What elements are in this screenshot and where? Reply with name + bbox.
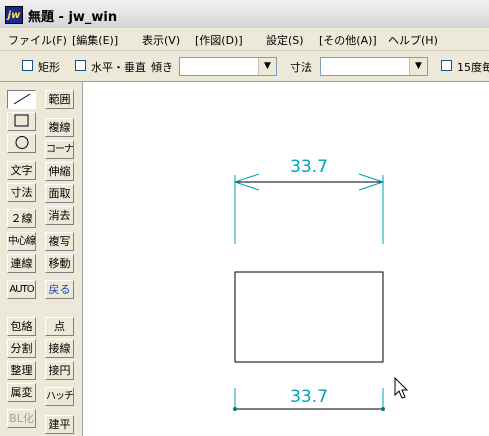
organize-tool[interactable]: 整理 — [7, 361, 36, 380]
hv-checkbox[interactable] — [75, 60, 86, 71]
divide-tool[interactable]: 分割 — [7, 339, 36, 358]
title-bar: jw 無題 - jw_win — [0, 0, 489, 29]
copy-tool[interactable]: 複写 — [45, 232, 74, 251]
move-tool[interactable]: 移動 — [45, 254, 74, 273]
hatch-tool[interactable]: ハッチ — [45, 387, 74, 406]
dimension-tool[interactable]: 寸法 — [7, 183, 36, 202]
envelope-tool[interactable]: 包絡 — [7, 317, 36, 336]
jw-win-window: jw 無題 - jw_win ファイル(F) [編集(E)] 表示(V) [作図… — [0, 0, 489, 436]
tilt-label: 傾き — [151, 61, 173, 74]
dim-label: 寸法 — [290, 61, 312, 74]
range-tool[interactable]: 範囲 — [45, 90, 74, 109]
menu-edit[interactable]: [編集(E)] — [72, 32, 118, 48]
line-tool[interactable] — [7, 90, 36, 109]
building-plan-tool[interactable]: 建平 — [45, 415, 74, 434]
rect-checkbox[interactable] — [22, 60, 33, 71]
connect-line-tool[interactable]: 連線 — [7, 254, 36, 273]
drawing-canvas[interactable]: 33.7 33.7 — [83, 82, 489, 436]
menu-help[interactable]: ヘルプ(H) — [388, 32, 438, 48]
hv-label: 水平・垂直 — [91, 61, 146, 74]
chevron-down-icon[interactable]: ▼ — [409, 58, 427, 75]
circle-tool[interactable] — [7, 134, 36, 153]
rect-label: 矩形 — [38, 61, 60, 74]
menu-view[interactable]: 表示(V) — [142, 32, 180, 48]
menu-settings[interactable]: 設定(S) — [266, 32, 304, 48]
chevron-down-icon[interactable]: ▼ — [258, 58, 276, 75]
menu-other[interactable]: [その他(A)] — [319, 32, 377, 48]
rect-tool[interactable] — [7, 112, 36, 131]
dim-combo[interactable]: ▼ — [320, 57, 428, 76]
stretch-tool[interactable]: 伸縮 — [45, 162, 74, 181]
undo-tool[interactable]: 戻る — [45, 280, 74, 299]
erase-tool[interactable]: 消去 — [45, 206, 74, 225]
chamfer-tool[interactable]: 面取 — [45, 184, 74, 203]
dimension-endpoint — [233, 407, 237, 411]
dimension-endpoint — [381, 407, 385, 411]
attribute-change-tool[interactable]: 属変 — [7, 383, 36, 402]
menu-file[interactable]: ファイル(F) — [8, 32, 67, 48]
arrow-cursor-icon — [394, 376, 409, 399]
menu-draw[interactable]: [作図(D)] — [195, 32, 243, 48]
property-toolbar: 矩形 水平・垂直 傾き ▼ 寸法 ▼ 15度毎 — [0, 51, 489, 82]
double-line-tool[interactable]: ２線 — [7, 209, 36, 228]
centerline-tool[interactable]: 中心線 — [7, 232, 36, 251]
circle-icon — [15, 136, 28, 149]
top-dimension-text: 33.7 — [290, 157, 328, 177]
menu-bar: ファイル(F) [編集(E)] 表示(V) [作図(D)] 設定(S) [その他… — [0, 28, 489, 51]
tilt-combo[interactable]: ▼ — [179, 57, 277, 76]
window-title: 無題 - jw_win — [28, 10, 118, 25]
drawn-rectangle — [234, 271, 384, 363]
block-tool[interactable]: BL化 — [7, 409, 36, 428]
text-tool[interactable]: 文字 — [7, 161, 36, 180]
tangent-tool[interactable]: 接線 — [45, 339, 74, 358]
line-icon — [13, 93, 30, 105]
auto-tool[interactable]: AUTO — [7, 280, 36, 299]
rectangle-icon — [14, 114, 28, 127]
deg15-checkbox[interactable] — [441, 60, 452, 71]
top-dimension — [233, 173, 385, 244]
drawing-svg: 33.7 33.7 — [233, 157, 409, 411]
jw-app-icon[interactable]: jw — [5, 6, 23, 24]
deg15-label: 15度毎 — [457, 61, 489, 74]
point-tool[interactable]: 点 — [45, 317, 74, 336]
tool-palette: 文字 寸法 ２線 中心線 連線 AUTO 包絡 分割 整理 属変 BL化 範囲 … — [0, 82, 83, 436]
bottom-dimension-text: 33.7 — [290, 387, 328, 407]
offset-tool[interactable]: 複線 — [45, 118, 74, 137]
corner-tool[interactable]: コーナー — [45, 140, 74, 159]
tangent-circle-tool[interactable]: 接円 — [45, 361, 74, 380]
